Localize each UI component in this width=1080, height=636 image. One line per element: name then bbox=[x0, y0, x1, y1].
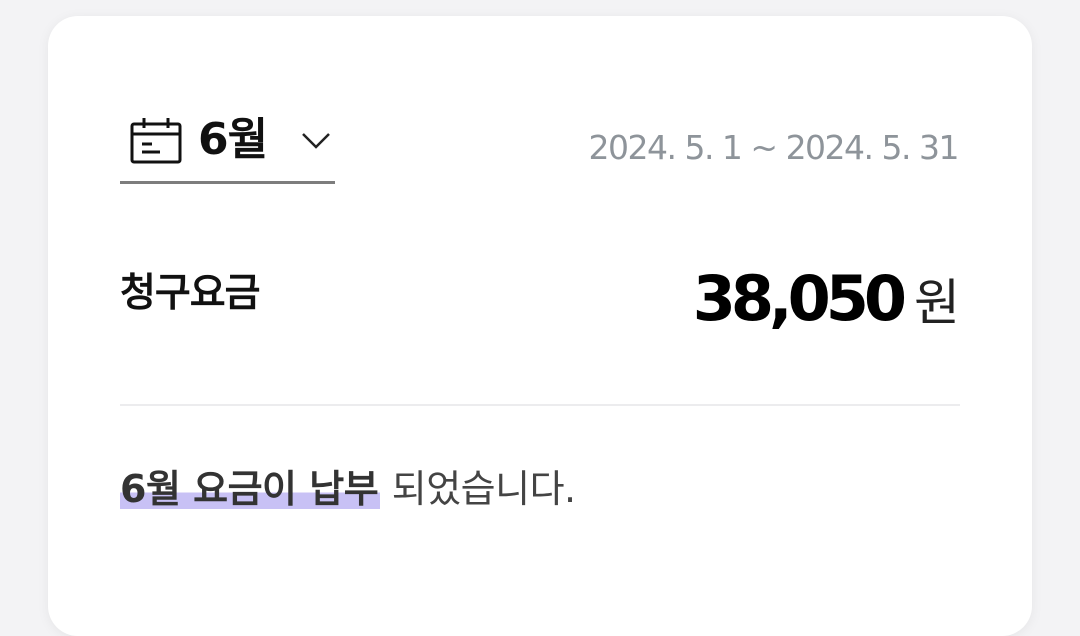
month-label: 6월 bbox=[198, 114, 268, 165]
bill-amount-label: 청구요금 bbox=[120, 271, 261, 316]
bill-amount-value: 38,050 bbox=[692, 262, 907, 335]
payment-status-message: 6월 요금이 납부 되었습니다. bbox=[120, 464, 576, 514]
payment-status-highlight: 6월 요금이 납부 bbox=[120, 467, 381, 511]
billing-period: 2024. 5. 1 ~ 2024. 5. 31 bbox=[588, 128, 960, 167]
payment-status-rest: 되었습니다. bbox=[380, 467, 576, 511]
bill-amount: 38,050 원 bbox=[693, 264, 960, 350]
month-selector[interactable]: 6월 bbox=[120, 112, 335, 184]
divider bbox=[120, 404, 960, 406]
calendar-icon bbox=[130, 118, 182, 164]
currency-unit: 원 bbox=[914, 274, 960, 332]
chevron-down-icon bbox=[302, 133, 330, 149]
bill-card: 6월 2024. 5. 1 ~ 2024. 5. 31 청구요금 38,050 원… bbox=[48, 16, 1032, 636]
